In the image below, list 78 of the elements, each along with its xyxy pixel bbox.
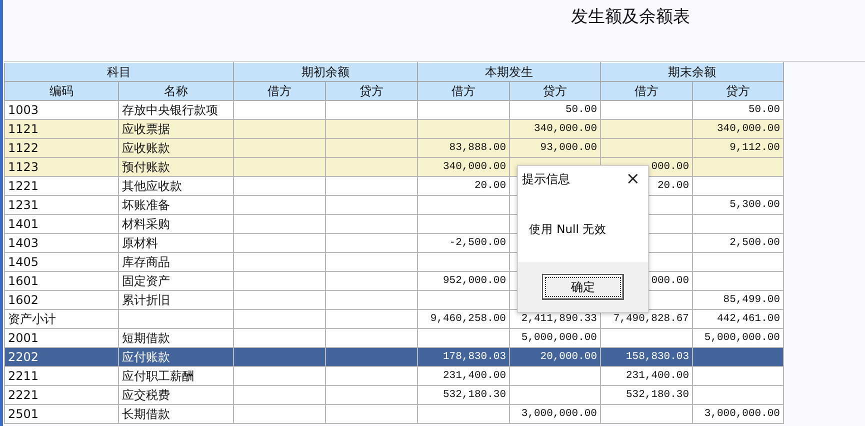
table-cell: 50.00 — [748, 104, 780, 116]
table-cell[interactable]: 2501 — [4, 404, 118, 424]
table-cell: 原材料 — [118, 234, 234, 252]
table-cell: 20.00 — [474, 180, 506, 192]
table-cell[interactable]: 1403 — [4, 234, 118, 252]
table-cell[interactable]: 1123 — [4, 158, 118, 176]
column-group-header: 本期发生 — [418, 62, 600, 82]
column-header: 贷方 — [510, 82, 600, 100]
table-cell: 5,300.00 — [730, 199, 780, 211]
table-cell: -2,500.00 — [449, 237, 506, 249]
report-title: 发生额及余额表 — [571, 6, 690, 27]
table-cell: 坏账准备 — [118, 196, 234, 214]
table-cell: 000.00 — [651, 161, 689, 173]
table-cell: 应交税费 — [118, 386, 234, 404]
table-cell: 其他应收款 — [118, 176, 234, 196]
table-cell: 532,180.30 — [626, 389, 689, 401]
table-cell: 000.00 — [651, 275, 689, 287]
ok-button[interactable]: 确定 — [542, 274, 624, 300]
table-cell: 340,000.00 — [442, 161, 506, 173]
table-cell: 20.00 — [657, 180, 689, 192]
table-cell: 158,830.03 — [626, 351, 689, 363]
table-cell: 50.00 — [565, 104, 597, 116]
close-icon[interactable]: × — [626, 170, 640, 188]
table-cell: 20,000.00 — [540, 351, 597, 363]
table-cell: 952,000.00 — [442, 275, 506, 287]
column-header: 借方 — [418, 82, 510, 100]
column-header: 借方 — [234, 82, 326, 100]
dialog-message: 使用 Null 无效 — [529, 222, 607, 236]
table-cell: 83,888.00 — [449, 142, 506, 154]
table-cell[interactable]: 2221 — [4, 386, 118, 404]
table-cell[interactable]: 1122 — [4, 138, 118, 158]
table-cell[interactable]: 1221 — [4, 176, 118, 196]
table-cell: 7,490,828.67 — [613, 313, 689, 325]
column-header: 贷方 — [692, 82, 784, 100]
table-cell: 340,000.00 — [716, 123, 780, 135]
table-cell: 93,000.00 — [540, 142, 597, 154]
table-cell: 预付账款 — [118, 158, 234, 176]
column-header: 编码 — [4, 82, 118, 100]
table-cell: 固定资产 — [118, 272, 234, 290]
table-cell: 231,400.00 — [626, 370, 689, 382]
table-cell: 2,500.00 — [730, 237, 780, 249]
table-cell[interactable]: 1401 — [4, 214, 118, 234]
table-cell: 9,112.00 — [730, 142, 780, 154]
column-header: 借方 — [600, 82, 692, 100]
table-cell: 应收票据 — [118, 120, 234, 138]
table-cell: 应付账款 — [118, 348, 234, 366]
table-cell: 340,000.00 — [534, 123, 597, 135]
table-cell[interactable]: 2202 — [4, 348, 118, 366]
table-cell[interactable]: 1121 — [4, 120, 118, 138]
column-header: 名称 — [118, 82, 234, 100]
table-cell: 532,180.30 — [442, 389, 506, 401]
table-cell[interactable]: 资产小计 — [4, 310, 118, 328]
table-cell[interactable]: 1231 — [4, 196, 118, 214]
table-cell: 库存商品 — [118, 252, 234, 272]
table-cell: 442,461.00 — [716, 313, 780, 325]
table-cell: 231,400.00 — [442, 370, 506, 382]
table-cell: 应收账款 — [118, 138, 234, 158]
table-cell: 2,411,890.33 — [521, 313, 597, 325]
table-cell: 178,830.03 — [442, 351, 506, 363]
table-cell[interactable]: 1601 — [4, 272, 118, 290]
table-cell: 5,000,000.00 — [704, 332, 780, 344]
column-group-header: 期初余额 — [234, 62, 418, 82]
table-cell: 5,000,000.00 — [521, 332, 597, 344]
dialog-title: 提示信息 — [522, 170, 570, 188]
table-cell: 3,000,000.00 — [521, 408, 597, 420]
table-cell[interactable]: 1602 — [4, 290, 118, 310]
table-cell: 累计折旧 — [118, 290, 234, 310]
table-cell: 长期借款 — [118, 404, 234, 424]
table-cell: 85,499.00 — [723, 294, 780, 306]
table-cell: 材料采购 — [118, 214, 234, 234]
table-cell[interactable]: 2211 — [4, 366, 118, 386]
table-cell: 9,460,258.00 — [430, 313, 506, 325]
column-header: 贷方 — [326, 82, 418, 100]
table-cell: 3,000,000.00 — [704, 408, 780, 420]
column-group-header: 科目 — [4, 62, 234, 82]
table-cell[interactable]: 1405 — [4, 252, 118, 272]
column-group-header: 期末余额 — [600, 62, 784, 82]
table-cell: 应付职工薪酬 — [118, 366, 234, 386]
